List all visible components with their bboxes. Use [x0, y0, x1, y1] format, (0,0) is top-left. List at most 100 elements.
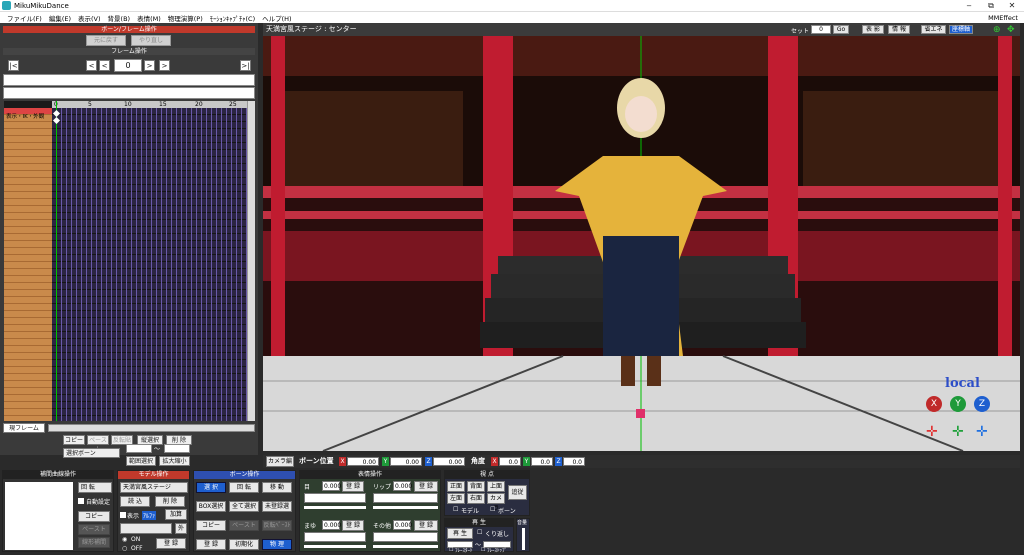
model-load-button[interactable]: 読 込 — [120, 496, 150, 507]
set-input[interactable]: 0 — [811, 25, 831, 34]
other-dropdown[interactable] — [373, 532, 438, 542]
interp-copy-button[interactable]: コピー — [78, 511, 110, 522]
track-labels[interactable]: 表示・IK・外観 — [4, 108, 52, 421]
first-frame-button[interactable]: |< — [8, 60, 19, 71]
bone-select-button[interactable]: 選 択 — [196, 482, 226, 493]
timeline-scrollbar[interactable] — [247, 101, 255, 421]
bone-copy-button[interactable]: コピー — [196, 520, 226, 531]
show-checkbox[interactable] — [120, 512, 126, 518]
interp-type-dropdown[interactable]: 回 転 — [78, 482, 112, 493]
angle-y-input[interactable]: 0.0 — [531, 457, 553, 466]
view-top-button[interactable]: 上面 — [487, 481, 505, 492]
menu-file[interactable]: ファイル(F) — [7, 13, 42, 23]
model-register-button[interactable]: 登 録 — [156, 538, 186, 549]
lip-dropdown[interactable] — [373, 493, 438, 503]
next-frame-button[interactable]: > — [159, 60, 170, 71]
bone-rotate-button[interactable]: 回 転 — [229, 482, 259, 493]
move-z-icon[interactable]: ✛ — [976, 424, 988, 440]
horizontal-scrollbar[interactable] — [48, 424, 255, 432]
close-button[interactable]: ✕ — [1002, 0, 1022, 12]
axis-button[interactable]: 座標軸 — [949, 25, 973, 34]
alpha-badge[interactable]: ｱﾙﾌｧ — [142, 511, 157, 520]
pos-y-input[interactable]: 0.00 — [390, 457, 422, 466]
menu-help[interactable]: ヘルプ(H) — [262, 13, 291, 23]
view-left-button[interactable]: 左面 — [447, 493, 465, 504]
lip-value[interactable]: 0.000 — [393, 481, 412, 491]
select-bone-dropdown[interactable]: 選択ボーン — [63, 448, 120, 458]
volume-slider[interactable] — [522, 528, 525, 550]
linear-interp-button[interactable]: 線形補間 — [78, 537, 110, 548]
stage-scene[interactable]: local X Y Z ✛ ✛ ✛ — [263, 36, 1020, 451]
minimize-button[interactable]: ‒ — [959, 0, 979, 12]
keyframe-grid[interactable] — [52, 108, 247, 421]
undo-button[interactable]: 元に戻す — [86, 35, 126, 46]
eye-value[interactable]: 0.000 — [322, 481, 341, 491]
brow-register-button[interactable]: 登 録 — [342, 520, 364, 531]
next-key-button[interactable]: > — [144, 60, 155, 71]
3d-viewport[interactable]: 天満宮風ステージ : センター セット 0 Go 表 影 情 報 省エネ 座標軸… — [263, 23, 1020, 451]
select-all-button[interactable]: 全て選択 — [229, 501, 259, 512]
model-dropdown[interactable]: 天満宮風ステージ — [120, 482, 188, 493]
eye-register-button[interactable]: 登 録 — [342, 481, 364, 492]
view-front-button[interactable]: 正面 — [447, 481, 465, 492]
bone-move-button[interactable]: 移 動 — [262, 482, 292, 493]
paste-frame-button[interactable]: ペースト — [87, 435, 109, 453]
view-track-button[interactable]: 追従 — [508, 485, 527, 500]
add-button[interactable]: 加算 — [165, 509, 187, 520]
physics-button[interactable]: 物 理 — [262, 539, 292, 550]
pos-z-input[interactable]: 0.00 — [433, 457, 465, 466]
view-back-button[interactable]: 背面 — [467, 481, 485, 492]
power-save-button[interactable]: 省エネ — [921, 25, 946, 34]
outside-button[interactable]: 外 — [175, 523, 187, 534]
last-frame-button[interactable]: >| — [240, 60, 251, 71]
pos-x-input[interactable]: 0.00 — [347, 457, 379, 466]
menu-physics[interactable]: 物理演算(P) — [168, 13, 203, 23]
play-button[interactable]: 再 生 — [447, 528, 473, 539]
on-radio[interactable]: ◉ — [122, 536, 127, 543]
bone-register-button[interactable]: 登 録 — [196, 539, 226, 550]
frame-number-input[interactable]: 0 — [114, 59, 142, 72]
range-end-input[interactable] — [164, 444, 190, 453]
menu-edit[interactable]: 編集(E) — [49, 13, 71, 23]
current-frame-button[interactable]: 現フレーム — [3, 423, 45, 433]
move-y-icon[interactable]: ✛ — [952, 424, 964, 440]
go-button[interactable]: Go — [833, 25, 849, 34]
lip-register-button[interactable]: 登 録 — [414, 481, 438, 492]
lip-slider[interactable] — [373, 506, 438, 509]
eye-slider[interactable] — [304, 506, 366, 509]
auto-set-checkbox[interactable] — [78, 498, 84, 504]
other-value[interactable]: 0.000 — [393, 520, 412, 530]
menu-motion-capture[interactable]: ﾓｰｼｮﾝｷｬﾌﾟﾁｬ(C) — [210, 13, 255, 23]
rotate-z-icon[interactable]: Z — [974, 396, 990, 412]
brow-value[interactable]: 0.000 — [322, 520, 341, 530]
brow-dropdown[interactable] — [304, 532, 366, 542]
view-camera-button[interactable]: カメラ — [487, 493, 505, 512]
interp-paste-button[interactable]: ペースト — [78, 524, 110, 535]
track-label-display-ik[interactable]: 表示・IK・外観 — [4, 114, 52, 121]
info-button[interactable]: 情 報 — [888, 25, 910, 34]
menu-view[interactable]: 表示(V) — [78, 13, 101, 23]
keyframe-timeline[interactable]: 0 5 10 15 20 25 表示・IK・外観 — [4, 101, 247, 421]
box-select-button[interactable]: BOX選択 — [196, 501, 226, 512]
bone-name-field[interactable] — [3, 87, 255, 99]
track-model-checkbox[interactable]: ☐ — [453, 506, 458, 513]
frame-stop-checkbox[interactable]: ☐ — [481, 547, 485, 553]
off-radio[interactable]: ○ — [122, 545, 127, 552]
eye-dropdown[interactable] — [304, 493, 366, 503]
redo-button[interactable]: やり直し — [131, 35, 171, 46]
maximize-button[interactable]: ⧉ — [981, 0, 1001, 12]
prev-frame-button[interactable]: < — [86, 60, 97, 71]
track-bone-checkbox[interactable]: ☐ — [490, 506, 495, 513]
bone-reverse-paste-button[interactable]: 反転ﾍﾟｰｽﾄ — [262, 520, 292, 531]
camera-edit-button[interactable]: カメラ編 — [266, 456, 294, 467]
view-right-button[interactable]: 右面 — [467, 493, 485, 504]
frame-start-checkbox[interactable]: ☐ — [449, 547, 453, 553]
range-select-button[interactable]: 範囲選択 — [126, 456, 156, 466]
interpolation-curve[interactable] — [5, 482, 73, 550]
model-delete-button[interactable]: 削 除 — [155, 496, 185, 507]
other-slider[interactable] — [373, 545, 438, 548]
expand-button[interactable]: 拡大縮小 — [159, 456, 190, 466]
angle-z-input[interactable]: 0.0 — [563, 457, 585, 466]
outside-parent-dropdown[interactable] — [120, 523, 172, 534]
other-register-button[interactable]: 登 録 — [414, 520, 438, 531]
